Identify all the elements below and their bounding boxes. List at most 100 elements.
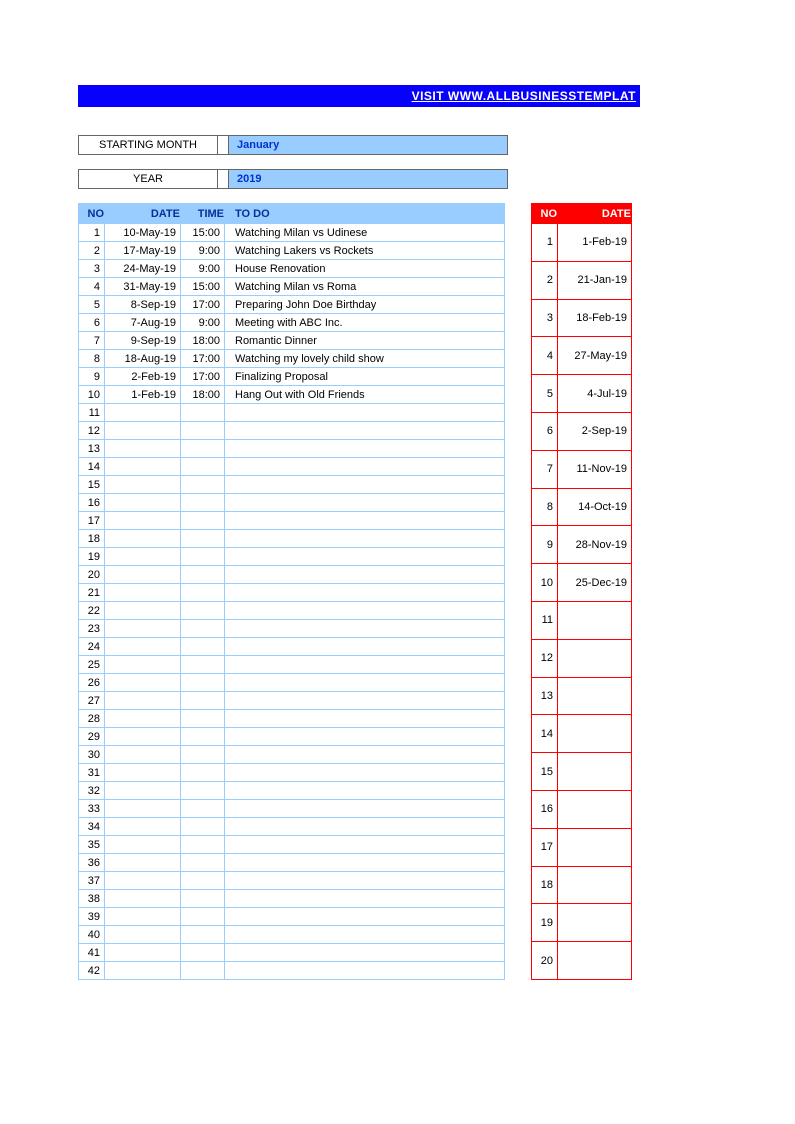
table-row[interactable]: 928-Nov-19 xyxy=(532,526,632,564)
cell-date xyxy=(105,602,181,620)
table-row[interactable]: 41 xyxy=(79,944,505,962)
table-row[interactable]: 13 xyxy=(532,677,632,715)
table-row[interactable]: 58-Sep-1917:00Preparing John Doe Birthda… xyxy=(79,296,505,314)
table-row[interactable]: 39 xyxy=(79,908,505,926)
table-row[interactable]: 18 xyxy=(532,866,632,904)
cell-task: Preparing John Doe Birthday xyxy=(225,296,505,314)
table-row[interactable]: 42 xyxy=(79,962,505,980)
cell-date: 31-May-19 xyxy=(105,278,181,296)
table-row[interactable]: 15 xyxy=(532,753,632,791)
cell-time: 17:00 xyxy=(181,296,225,314)
table-row[interactable]: 13 xyxy=(79,440,505,458)
table-row[interactable]: 17 xyxy=(532,828,632,866)
table-row[interactable]: 11 xyxy=(79,404,505,422)
table-row[interactable]: 62-Sep-19 xyxy=(532,412,632,450)
year-label: YEAR xyxy=(78,170,218,188)
table-row[interactable]: 25 xyxy=(79,656,505,674)
cell-no: 36 xyxy=(79,854,105,872)
cell-no: 13 xyxy=(532,677,558,715)
table-row[interactable]: 31 xyxy=(79,764,505,782)
table-row[interactable]: 14 xyxy=(79,458,505,476)
table-row[interactable]: 54-Jul-19 xyxy=(532,375,632,413)
table-row[interactable]: 818-Aug-1917:00Watching my lovely child … xyxy=(79,350,505,368)
cell-date xyxy=(558,639,632,677)
cell-task xyxy=(225,854,505,872)
table-row[interactable]: 29 xyxy=(79,728,505,746)
cell-date xyxy=(105,476,181,494)
table-row[interactable]: 40 xyxy=(79,926,505,944)
table-row[interactable]: 318-Feb-19 xyxy=(532,299,632,337)
cell-no: 10 xyxy=(79,386,105,404)
table-row[interactable]: 12 xyxy=(79,422,505,440)
cell-no: 18 xyxy=(79,530,105,548)
cell-date xyxy=(105,584,181,602)
table-row[interactable]: 28 xyxy=(79,710,505,728)
cell-no: 30 xyxy=(79,746,105,764)
table-row[interactable]: 814-Oct-19 xyxy=(532,488,632,526)
table-row[interactable]: 101-Feb-1918:00Hang Out with Old Friends xyxy=(79,386,505,404)
cell-no: 12 xyxy=(532,639,558,677)
cell-date: 9-Sep-19 xyxy=(105,332,181,350)
table-row[interactable]: 79-Sep-1918:00Romantic Dinner xyxy=(79,332,505,350)
cell-task xyxy=(225,584,505,602)
table-row[interactable]: 27 xyxy=(79,692,505,710)
cell-time xyxy=(181,890,225,908)
table-row[interactable]: 711-Nov-19 xyxy=(532,450,632,488)
banner-link[interactable]: VISIT WWW.ALLBUSINESSTEMPLAT xyxy=(412,89,636,103)
table-row[interactable]: 16 xyxy=(79,494,505,512)
cell-no: 8 xyxy=(532,488,558,526)
table-row[interactable]: 110-May-1915:00Watching Milan vs Udinese xyxy=(79,224,505,242)
cell-time xyxy=(181,584,225,602)
cell-date: 18-Aug-19 xyxy=(105,350,181,368)
table-row[interactable]: 12 xyxy=(532,639,632,677)
cell-time xyxy=(181,782,225,800)
cell-date xyxy=(105,872,181,890)
year-value[interactable]: 2019 xyxy=(228,170,508,188)
table-row[interactable]: 92-Feb-1917:00Finalizing Proposal xyxy=(79,368,505,386)
table-row[interactable]: 19 xyxy=(532,904,632,942)
table-row[interactable]: 18 xyxy=(79,530,505,548)
table-row[interactable]: 19 xyxy=(79,548,505,566)
table-row[interactable]: 26 xyxy=(79,674,505,692)
cell-date xyxy=(105,854,181,872)
table-row[interactable]: 35 xyxy=(79,836,505,854)
table-row[interactable]: 324-May-199:00House Renovation xyxy=(79,260,505,278)
table-row[interactable]: 67-Aug-199:00Meeting with ABC Inc. xyxy=(79,314,505,332)
table-row[interactable]: 11-Feb-19 xyxy=(532,224,632,262)
table-row[interactable]: 14 xyxy=(532,715,632,753)
table-row[interactable]: 22 xyxy=(79,602,505,620)
table-row[interactable]: 17 xyxy=(79,512,505,530)
table-row[interactable]: 21 xyxy=(79,584,505,602)
table-row[interactable]: 221-Jan-19 xyxy=(532,261,632,299)
table-row[interactable]: 32 xyxy=(79,782,505,800)
cell-date xyxy=(558,790,632,828)
cell-time: 17:00 xyxy=(181,368,225,386)
table-row[interactable]: 30 xyxy=(79,746,505,764)
todo-table: NO DATE TIME TO DO 110-May-1915:00Watchi… xyxy=(78,203,505,980)
table-row[interactable]: 36 xyxy=(79,854,505,872)
table-row[interactable]: 20 xyxy=(79,566,505,584)
table-row[interactable]: 24 xyxy=(79,638,505,656)
table-row[interactable]: 23 xyxy=(79,620,505,638)
table-row[interactable]: 20 xyxy=(532,942,632,980)
cell-no: 33 xyxy=(79,800,105,818)
table-row[interactable]: 427-May-19 xyxy=(532,337,632,375)
table-row[interactable]: 1025-Dec-19 xyxy=(532,564,632,602)
starting-month-value[interactable]: January xyxy=(228,136,508,154)
table-row[interactable]: 37 xyxy=(79,872,505,890)
table-row[interactable]: 38 xyxy=(79,890,505,908)
cell-date xyxy=(105,566,181,584)
table-row[interactable]: 431-May-1915:00Watching Milan vs Roma xyxy=(79,278,505,296)
todo-header-no: NO xyxy=(79,204,105,224)
cell-date: 27-May-19 xyxy=(558,337,632,375)
cell-time: 15:00 xyxy=(181,278,225,296)
table-row[interactable]: 33 xyxy=(79,800,505,818)
table-row[interactable]: 16 xyxy=(532,790,632,828)
table-row[interactable]: 217-May-199:00Watching Lakers vs Rockets xyxy=(79,242,505,260)
table-row[interactable]: 15 xyxy=(79,476,505,494)
cell-date xyxy=(105,692,181,710)
cell-task xyxy=(225,440,505,458)
table-row[interactable]: 34 xyxy=(79,818,505,836)
cell-time xyxy=(181,710,225,728)
table-row[interactable]: 11 xyxy=(532,601,632,639)
